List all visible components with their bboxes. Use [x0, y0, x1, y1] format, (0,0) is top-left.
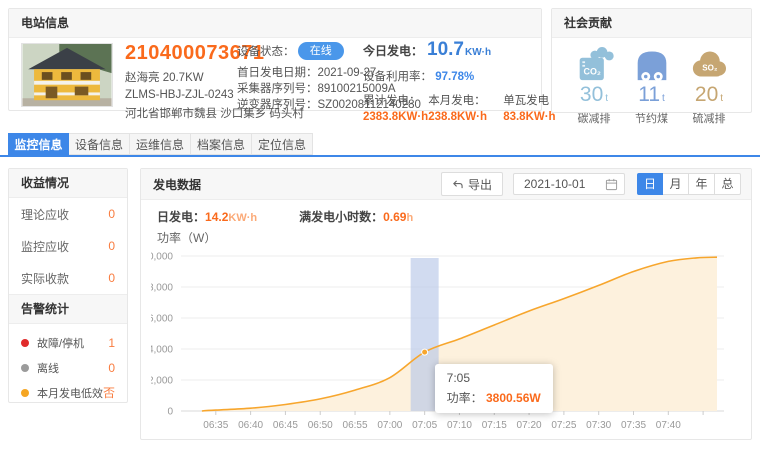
period-year-button[interactable]: 年 [689, 173, 715, 195]
tab-device-info[interactable]: 设备信息 [69, 133, 130, 155]
revenue-item-theoretical: 理论应收 0 [9, 198, 127, 230]
revenue-section-title: 收益情况 [9, 169, 127, 198]
svg-text:07:00: 07:00 [377, 420, 402, 431]
tab-archive-info[interactable]: 档案信息 [191, 133, 252, 155]
daily-generation-label: 日发电： [157, 208, 205, 225]
co2-reduction-icon: CO₂ [573, 47, 615, 81]
date-picker-input[interactable]: 2021-10-01 [513, 173, 625, 195]
today-generation-value: 10.7 [427, 39, 464, 61]
svg-text:2,000: 2,000 [151, 376, 173, 387]
coal-saving-item: 11t 节约煤 [626, 47, 678, 126]
carbon-label: 碳减排 [568, 110, 620, 126]
device-status-label: 设备状态： [237, 46, 295, 58]
period-selector: 日 月 年 总 [637, 173, 741, 195]
svg-text:07:30: 07:30 [586, 420, 611, 431]
svg-text:07:05: 07:05 [412, 420, 437, 431]
svg-text:06:55: 06:55 [343, 420, 368, 431]
tab-underline [0, 155, 760, 157]
chart-header: 发电数据 导出 2021-10-01 日 月 年 总 [141, 169, 751, 200]
alarm-section-title: 告警统计 [9, 294, 127, 324]
svg-text:07:15: 07:15 [482, 420, 507, 431]
svg-text:06:45: 06:45 [273, 420, 298, 431]
today-generation-label: 今日发电： [363, 42, 423, 59]
offline-status-dot [21, 364, 29, 372]
so2-reduction-item: SO₂ 20t 硫减排 [683, 47, 735, 126]
svg-text:06:50: 06:50 [308, 420, 333, 431]
export-arrow-icon [452, 179, 463, 190]
utilization-row: 设备利用率： 97.78% [363, 68, 535, 84]
carbon-reduction-item: CO₂ 30t 碳减排 [568, 47, 620, 126]
svg-text:SO₂: SO₂ [702, 63, 718, 72]
generation-data-panel: 发电数据 导出 2021-10-01 日 月 年 总 日发电： 14.2 KW·… [140, 168, 752, 440]
chart-area: 0 2,000 4,000 6,000 8,000 10,000 06:35 06:40 06:… [151, 246, 741, 440]
tooltip-value: 3800.56W [486, 391, 541, 405]
station-photo [21, 43, 113, 107]
daily-stats-row: 日发电： 14.2 KW·h 满发电小时数： 0.69 h [157, 208, 735, 223]
revenue-item-actual: 实际收款 0 [9, 262, 127, 294]
utilization-value: 97.78% [435, 71, 474, 83]
svg-text:07:10: 07:10 [447, 420, 472, 431]
coal-saving-icon [631, 47, 673, 81]
calendar-icon [605, 178, 618, 191]
alarm-item-low-efficiency: 本月发电低效 否 [9, 380, 127, 405]
sidebar-panel: 收益情况 理论应收 0 监控应收 0 实际收款 0 告警统计 故障/停机 1 离… [8, 168, 128, 403]
month-generation-stat: 本月发电： 238.8KW·h [428, 92, 484, 123]
station-info-panel: 电站信息 210400073671 赵海亮 20.7KW ZLMS-HBJ-ZJ… [8, 8, 542, 111]
svg-text:07:25: 07:25 [551, 420, 576, 431]
pv-station-dashboard: { "station": { "panel_title": "电站信息", "i… [0, 0, 760, 457]
social-contribution-panel: 社会贡献 CO₂ 30t 碳减排 11t 节约煤 [551, 8, 752, 113]
svg-text:07:40: 07:40 [656, 420, 681, 431]
tab-location-info[interactable]: 定位信息 [252, 133, 313, 155]
svg-text:07:35: 07:35 [621, 420, 646, 431]
period-total-button[interactable]: 总 [715, 173, 741, 195]
daily-generation-value: 14.2 [205, 210, 228, 224]
so2-value: 20t [683, 83, 735, 107]
tab-operation-info[interactable]: 运维信息 [130, 133, 191, 155]
tooltip-time: 7:05 [447, 371, 541, 385]
date-value: 2021-10-01 [524, 177, 605, 191]
full-hours-value: 0.69 [383, 210, 406, 224]
social-panel-title: 社会贡献 [552, 9, 751, 38]
alarm-item-offline: 离线 0 [9, 355, 127, 380]
period-day-button[interactable]: 日 [637, 173, 663, 195]
svg-text:06:40: 06:40 [238, 420, 263, 431]
main-tab-bar: 监控信息 设备信息 运维信息 档案信息 定位信息 [8, 133, 313, 155]
online-status-badge: 在线 [298, 42, 344, 60]
tab-monitoring-info[interactable]: 监控信息 [8, 133, 69, 155]
tooltip-label: 功率： [447, 391, 483, 405]
export-button[interactable]: 导出 [441, 172, 503, 196]
generation-summary: 今日发电： 10.7 KW·h 设备利用率： 97.78% 累计发电： 2383… [363, 39, 535, 123]
full-hours-label: 满发电小时数： [299, 208, 383, 225]
svg-text:6,000: 6,000 [151, 314, 173, 325]
alarm-item-fault: 故障/停机 1 [9, 330, 127, 355]
generation-stats: 累计发电： 2383.8KW·h 本月发电： 238.8KW·h 单瓦发电： 8… [363, 92, 535, 123]
today-generation-row: 今日发电： 10.7 KW·h [363, 39, 535, 61]
svg-text:CO₂: CO₂ [584, 67, 601, 77]
svg-text:07:20: 07:20 [517, 420, 542, 431]
so2-label: 硫减排 [683, 110, 735, 126]
coal-value: 11t [626, 83, 678, 107]
svg-text:10,000: 10,000 [151, 252, 173, 263]
period-month-button[interactable]: 月 [663, 173, 689, 195]
carbon-value: 30t [568, 83, 620, 107]
house-photo-illustration [22, 44, 112, 106]
chart-tooltip: 7:05 功率： 3800.56W [435, 364, 553, 413]
coal-label: 节约煤 [626, 110, 678, 126]
today-generation-unit: KW·h [465, 47, 491, 58]
svg-text:0: 0 [167, 407, 173, 418]
so2-reduction-icon: SO₂ [688, 47, 730, 81]
station-panel-title: 电站信息 [9, 9, 541, 38]
total-generation-stat: 累计发电： 2383.8KW·h [363, 92, 428, 123]
chart-panel-title: 发电数据 [153, 176, 441, 193]
svg-text:8,000: 8,000 [151, 283, 173, 294]
y-axis-title: 功率（W） [157, 229, 735, 244]
social-items: CO₂ 30t 碳减排 11t 节约煤 SO₂ [552, 38, 751, 126]
svg-text:4,000: 4,000 [151, 345, 173, 356]
low-efficiency-status-dot [21, 389, 29, 397]
svg-text:06:35: 06:35 [203, 420, 228, 431]
revenue-item-monitored: 监控应收 0 [9, 230, 127, 262]
fault-status-dot [21, 339, 29, 347]
